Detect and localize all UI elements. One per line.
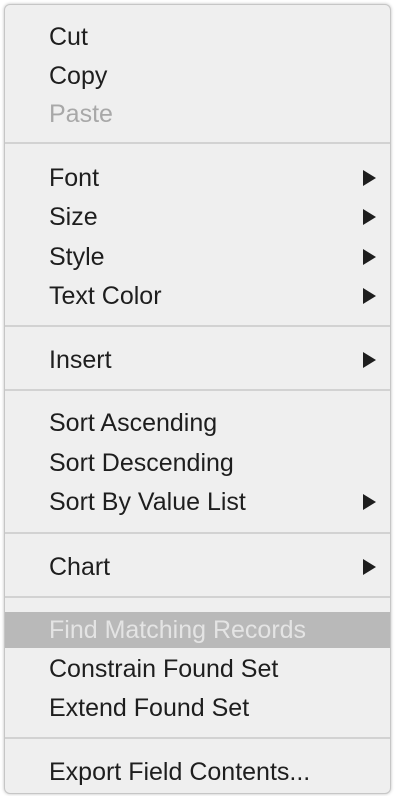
submenu-arrow-icon [363,352,376,368]
menu-separator [5,325,390,327]
menu-item-cut[interactable]: Cut [5,19,390,55]
menu-item-text-color[interactable]: Text Color [5,278,390,314]
menu-item-sort-descending[interactable]: Sort Descending [5,445,390,481]
menu-item-style[interactable]: Style [5,239,390,275]
submenu-arrow-icon [363,288,376,304]
submenu-arrow-icon [363,494,376,510]
context-menu: Cut Copy Paste Font Size Style Text Colo… [4,4,391,794]
submenu-arrow-icon [363,209,376,225]
menu-item-sort-ascending[interactable]: Sort Ascending [5,405,390,441]
menu-item-find-matching-records[interactable]: Find Matching Records [5,612,390,648]
menu-item-label: Paste [49,100,113,128]
menu-item-sort-by-value-list[interactable]: Sort By Value List [5,484,390,520]
menu-item-label: Copy [49,62,108,90]
menu-item-label: Find Matching Records [49,616,307,644]
menu-item-constrain-found-set[interactable]: Constrain Found Set [5,651,390,687]
submenu-arrow-icon [363,170,376,186]
menu-item-insert[interactable]: Insert [5,342,390,378]
menu-item-extend-found-set[interactable]: Extend Found Set [5,690,390,726]
menu-item-label: Chart [49,553,111,581]
submenu-arrow-icon [363,559,376,575]
menu-item-label: Font [49,164,100,192]
menu-item-label: Text Color [49,282,162,310]
menu-item-label: Sort Ascending [49,409,218,437]
menu-item-label: Extend Found Set [49,694,250,722]
menu-item-label: Sort Descending [49,449,234,477]
menu-separator [5,737,390,739]
menu-item-label: Export Field Contents... [49,758,311,786]
menu-item-paste: Paste [5,96,390,132]
menu-separator [5,389,390,391]
menu-item-label: Cut [49,23,88,51]
menu-item-size[interactable]: Size [5,199,390,235]
menu-item-label: Size [49,203,98,231]
menu-item-export-field-contents[interactable]: Export Field Contents... [5,754,390,790]
menu-item-font[interactable]: Font [5,160,390,196]
submenu-arrow-icon [363,249,376,265]
menu-item-copy[interactable]: Copy [5,58,390,94]
menu-item-label: Sort By Value List [49,488,246,516]
menu-item-label: Constrain Found Set [49,655,279,683]
menu-separator [5,532,390,534]
menu-item-chart[interactable]: Chart [5,549,390,585]
menu-separator [5,142,390,144]
menu-item-label: Style [49,243,105,271]
menu-item-label: Insert [49,346,112,374]
menu-separator [5,596,390,598]
